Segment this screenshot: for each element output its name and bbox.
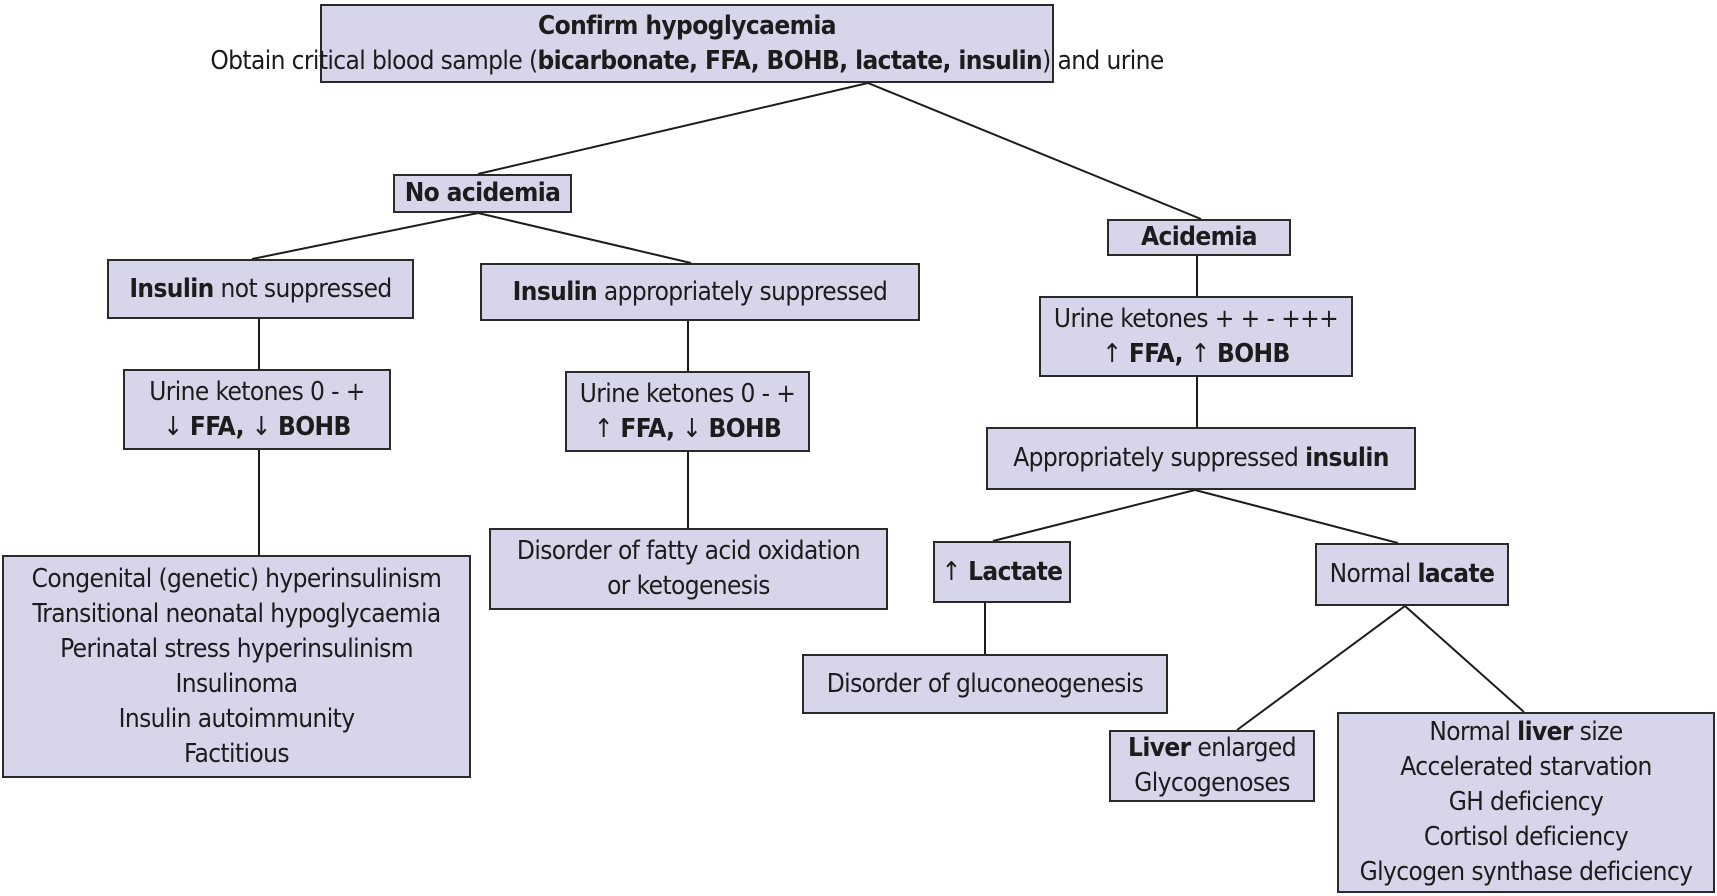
node-liver-enlarged: Liver enlarged Glycogenoses <box>1109 730 1315 802</box>
down-arrow-icon: ↓ <box>681 413 702 444</box>
node-gluconeogenesis-disorder: Disorder of gluconeogenesis <box>802 654 1168 714</box>
list-item: Glycogen synthase deficiency <box>1359 857 1693 887</box>
node-urine-ketones-left: Urine ketones 0 - + ↓ FFA, ↓ BOHB <box>123 369 391 450</box>
up-arrow-icon: ↑ <box>941 556 962 587</box>
list-item: Congenital (genetic) hyperinsulinism <box>31 563 442 594</box>
list-item: Transitional neonatal hypoglycaemia <box>32 598 441 629</box>
node-acidemia: Acidemia <box>1107 219 1291 256</box>
node-appropriately-suppressed-insulin: Appropriately suppressed insulin <box>986 427 1416 490</box>
up-arrow-icon: ↑ <box>1102 338 1122 369</box>
node-hyperinsulinism-causes: Congenital (genetic) hyperinsulinism Tra… <box>2 555 471 778</box>
node-no-acidemia: No acidemia <box>393 174 572 213</box>
list-item: Accelerated starvation <box>1400 752 1652 782</box>
edge-appropriate-insulin-to-lactate <box>992 489 1196 542</box>
edge-no-acidemia-to-insulin-suppressed <box>477 212 692 264</box>
up-arrow-icon: ↑ <box>593 413 614 444</box>
up-arrow-icon: ↑ <box>1190 338 1210 369</box>
node-urine-ketones-right: Urine ketones + + - +++ ↑ FFA, ↑ BOHB <box>1039 296 1353 377</box>
edge-no-acidemia-to-insulin-not-suppressed <box>251 212 479 260</box>
edge-top-to-acidemia <box>867 82 1202 220</box>
list-item: Insulin autoimmunity <box>118 703 355 734</box>
list-item: GH deficiency <box>1448 787 1604 817</box>
down-arrow-icon: ↓ <box>251 411 271 442</box>
node-confirm-hypoglycaemia: Confirm hypoglycaemia Obtain critical bl… <box>210 4 1164 83</box>
node-urine-ketones-middle: Urine ketones 0 - + ↑ FFA, ↓ BOHB <box>565 371 810 452</box>
list-item: Insulinoma <box>175 668 299 699</box>
node-normal-liver-size: Normal liver size Accelerated starvation… <box>1337 712 1715 893</box>
list-item: Perinatal stress hyperinsulinism <box>60 633 413 664</box>
node-normal-lactate: Normal lacate <box>1315 543 1509 606</box>
list-item: Factitious <box>184 738 290 769</box>
edge-normal-lactate-to-normal-liver <box>1404 605 1525 713</box>
down-arrow-icon: ↓ <box>163 411 183 442</box>
list-item: Cortisol deficiency <box>1423 822 1629 852</box>
node-high-lactate: ↑ Lactate <box>933 541 1071 603</box>
edge-top-to-no-acidemia <box>477 82 869 175</box>
edge-appropriate-insulin-to-normal-lactate <box>1194 489 1399 544</box>
node-title: Confirm hypoglycaemia <box>538 10 837 41</box>
node-insulin-appropriately-suppressed: Insulin appropriately suppressed <box>480 263 920 321</box>
node-insulin-not-suppressed: Insulin not suppressed <box>107 259 414 319</box>
node-fatty-acid-oxidation-disorder: Disorder of fatty acid oxidation or keto… <box>489 528 888 610</box>
